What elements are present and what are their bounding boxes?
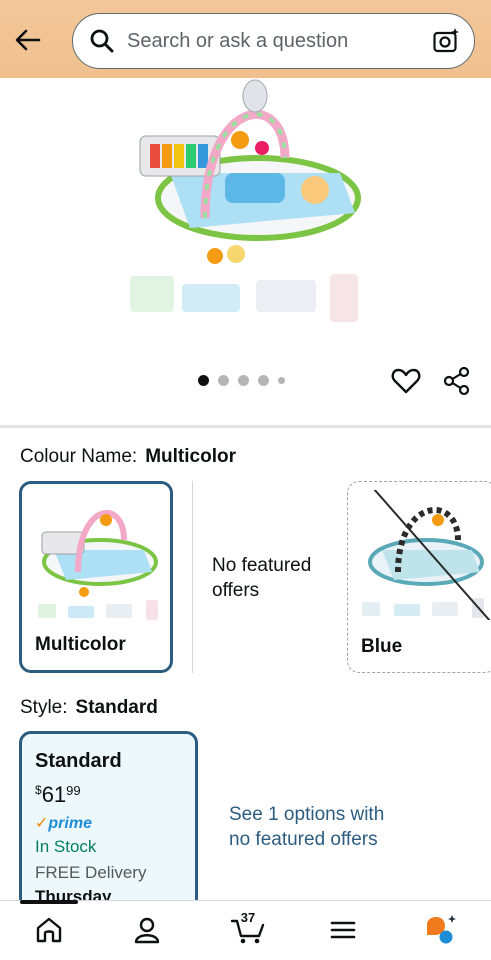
cart-count: 37: [240, 910, 256, 925]
colour-option-blue[interactable]: Blue: [347, 481, 491, 673]
swatch-label: Multicolor: [35, 634, 126, 655]
colour-selected-value: Multicolor: [145, 446, 236, 467]
home-icon: [36, 917, 62, 943]
style-label-text: Style:: [20, 697, 68, 718]
nav-cart[interactable]: 37: [228, 910, 268, 947]
swatch-separator: [192, 481, 193, 673]
wishlist-button[interactable]: [391, 366, 421, 396]
price-whole: 61: [41, 782, 67, 807]
carousel-dot[interactable]: [238, 375, 249, 386]
nav-home[interactable]: [32, 913, 66, 947]
swatch-image: [362, 490, 491, 620]
share-icon: [443, 366, 470, 396]
colour-label: Colour Name: Multicolor: [20, 446, 236, 468]
swatch-image: [38, 510, 158, 620]
delivery-text: FREE Delivery: [35, 863, 147, 882]
carousel-dots: [198, 375, 285, 386]
see-options-link[interactable]: See 1 options with no featured offers: [229, 802, 409, 852]
colour-option-multicolor[interactable]: Multicolor: [19, 481, 173, 673]
bottom-nav: 37: [0, 900, 491, 960]
back-button[interactable]: [10, 22, 46, 58]
carousel-dot[interactable]: [258, 375, 269, 386]
scroll-indicator: [20, 900, 78, 904]
nav-rufus[interactable]: [424, 913, 458, 947]
search-input[interactable]: Search or ask a question: [72, 13, 475, 69]
camera-icon[interactable]: [432, 27, 460, 55]
prime-text: prime: [48, 815, 92, 832]
carousel-dot[interactable]: [218, 375, 229, 386]
prime-badge: ✓prime: [35, 813, 92, 833]
top-header: Search or ask a question: [0, 0, 491, 78]
price: $6199: [35, 782, 81, 808]
price-cents: 99: [66, 783, 81, 798]
heart-icon: [391, 368, 421, 394]
carousel-dot[interactable]: [278, 377, 285, 384]
rufus-icon: [427, 915, 456, 944]
colour-label-text: Colour Name:: [20, 446, 138, 467]
swatch-label: Blue: [361, 636, 403, 657]
section-divider: [0, 425, 491, 428]
prime-check-icon: ✓: [35, 815, 49, 832]
stock-status: In Stock: [35, 837, 97, 856]
style-label: Style: Standard: [20, 697, 158, 719]
price-symbol: $: [35, 783, 42, 797]
carousel-dot[interactable]: [198, 375, 209, 386]
product-image-carousel[interactable]: [0, 78, 491, 358]
menu-icon: [330, 921, 356, 939]
search-icon: [90, 29, 114, 53]
back-arrow-icon: [15, 29, 41, 51]
product-image: [130, 79, 361, 322]
account-icon: [134, 917, 160, 944]
search-placeholder: Search or ask a question: [127, 29, 349, 52]
no-featured-offers-text: No featured offers: [212, 555, 312, 601]
nav-menu[interactable]: [326, 913, 360, 947]
nav-account[interactable]: [130, 913, 164, 947]
style-selected-value: Standard: [75, 697, 158, 718]
style-card-title: Standard: [35, 750, 122, 772]
share-button[interactable]: [442, 366, 472, 396]
